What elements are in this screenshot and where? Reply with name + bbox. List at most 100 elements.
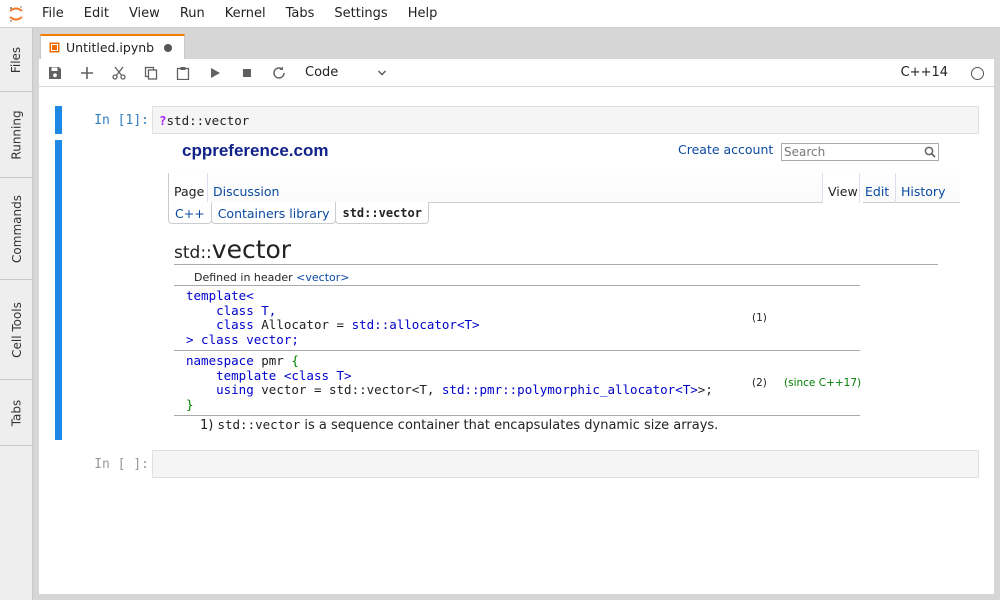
sidebar-tab-label: Files — [9, 46, 24, 73]
tab-page[interactable]: Page — [168, 173, 210, 203]
description-text: 1) std::vector is a sequence container t… — [200, 417, 718, 433]
menu-view[interactable]: View — [119, 0, 170, 28]
save-icon — [49, 66, 61, 79]
unsaved-dot-icon[interactable] — [164, 44, 172, 52]
breadcrumb-current: std::vector — [335, 202, 429, 224]
tab-history[interactable]: History — [895, 173, 950, 203]
title-name: vector — [211, 235, 292, 264]
menu-bar: File Edit View Run Kernel Tabs Settings … — [0, 0, 1000, 28]
code-text: namespace — [186, 353, 254, 368]
interrupt-kernel-button[interactable] — [231, 59, 263, 87]
code-text: Allocator = — [253, 317, 352, 332]
code-text: template< — [186, 288, 254, 303]
add-cell-button[interactable] — [71, 59, 103, 87]
code-text: template <class T> — [216, 367, 352, 383]
input-prompt-empty: In [ ]: — [94, 457, 149, 472]
run-cell-button[interactable] — [199, 59, 231, 87]
scissors-icon — [112, 66, 126, 80]
cell-input-collapser[interactable] — [55, 106, 62, 134]
tab-discussion[interactable]: Discussion — [207, 173, 284, 203]
declaration-2: namespace pmr { template <class T> using… — [174, 350, 861, 415]
empty-code-editor[interactable] — [152, 450, 979, 478]
search-icon — [924, 146, 936, 158]
sidebar-tab-label: Cell Tools — [9, 301, 24, 358]
code-text: std::vector — [166, 113, 250, 128]
code-text: class T, — [216, 302, 277, 318]
description-number: 1) — [200, 418, 218, 433]
help-output: cppreference.com Create account Search P… — [152, 135, 962, 445]
cut-button[interactable] — [103, 59, 135, 87]
sidebar-tab-cell-tools[interactable]: Cell Tools — [0, 280, 33, 380]
search-input[interactable]: Search — [781, 143, 939, 161]
description-code: std::vector — [217, 417, 301, 432]
defined-in-header: Defined in header <vector> — [174, 271, 860, 285]
code-text: std::allocator<T> — [351, 317, 480, 332]
code-text: class — [216, 317, 254, 332]
breadcrumb-cpp[interactable]: C++ — [168, 202, 212, 224]
notebook-icon — [49, 42, 60, 53]
page-title: std::vector — [174, 235, 938, 265]
cell-type-select[interactable]: Code — [305, 65, 387, 80]
code-text: pmr — [253, 353, 292, 368]
code-editor[interactable]: ?std::vector — [152, 106, 979, 134]
header-link[interactable]: <vector> — [296, 271, 349, 284]
copy-button[interactable] — [135, 59, 167, 87]
menu-tabs[interactable]: Tabs — [276, 0, 325, 28]
menu-file[interactable]: File — [32, 0, 74, 28]
chevron-down-icon — [378, 70, 386, 75]
declaration-table: Defined in header <vector> template< cla… — [174, 271, 861, 416]
code-text: using — [216, 382, 254, 397]
code-text: > class vector; — [186, 331, 299, 347]
wiki-tabs: Page Discussion View Edit History — [168, 165, 960, 203]
cell-type-value: Code — [305, 65, 339, 80]
paste-button[interactable] — [167, 59, 199, 87]
document-tab-bar: Untitled.ipynb — [33, 28, 994, 59]
declaration-1: template< class T, class Allocator = std… — [174, 285, 860, 350]
search-placeholder: Search — [784, 145, 826, 159]
notebook-toolbar: Code C++14 — [39, 59, 994, 87]
jupyterlab-window: File Edit View Run Kernel Tabs Settings … — [0, 0, 1000, 600]
main-area: Untitled.ipynb Code C++14 In [1]: ?std::… — [33, 28, 1000, 600]
restart-kernel-button[interactable] — [263, 59, 295, 87]
notebook-tab-title: Untitled.ipynb — [66, 40, 155, 55]
sidebar-tab-label: Running — [9, 109, 24, 160]
description-body: is a sequence container that encapsulate… — [300, 418, 719, 433]
menu-run[interactable]: Run — [170, 0, 215, 28]
menu-kernel[interactable]: Kernel — [215, 0, 276, 28]
tab-view[interactable]: View — [822, 173, 863, 203]
code-text: std::pmr::polymorphic_allocator<T> — [441, 382, 698, 397]
kernel-name[interactable]: C++14 — [901, 59, 948, 87]
breadcrumb-containers[interactable]: Containers library — [210, 202, 337, 224]
left-sidebar: Files Running Commands Cell Tools Tabs — [0, 28, 33, 600]
stop-icon — [243, 68, 251, 77]
kernel-status-icon — [971, 67, 984, 80]
sidebar-tab-running[interactable]: Running — [0, 92, 33, 178]
code-text: >; — [697, 382, 713, 397]
plus-icon — [81, 66, 93, 79]
sidebar-tab-label: Tabs — [9, 399, 24, 426]
tab-edit[interactable]: Edit — [859, 173, 894, 203]
notebook-tab[interactable]: Untitled.ipynb — [40, 34, 185, 59]
sidebar-tab-commands[interactable]: Commands — [0, 178, 33, 280]
declaration-bottom-rule — [174, 415, 860, 416]
input-prompt: In [1]: — [94, 113, 149, 128]
clipboard-icon — [176, 66, 190, 80]
sidebar-tab-tabs[interactable]: Tabs — [0, 380, 33, 446]
save-button[interactable] — [39, 59, 71, 87]
menu-edit[interactable]: Edit — [74, 0, 119, 28]
declaration-number: (1) — [752, 311, 767, 324]
create-account-link[interactable]: Create account — [678, 142, 773, 157]
declaration-number: (2) — [752, 376, 767, 389]
code-text: vector = std::vector<T, — [253, 382, 442, 397]
sidebar-tab-files[interactable]: Files — [0, 28, 33, 92]
cell-output-collapser[interactable] — [55, 140, 62, 440]
title-namespace: std:: — [174, 243, 212, 263]
copy-icon — [144, 66, 158, 80]
breadcrumb: C++ Containers library std::vector — [168, 202, 429, 224]
menu-help[interactable]: Help — [398, 0, 448, 28]
code-text: } — [186, 396, 194, 412]
help-operator: ? — [159, 113, 167, 128]
site-name[interactable]: cppreference.com — [182, 141, 328, 161]
jupyter-logo-icon — [0, 0, 32, 28]
menu-settings[interactable]: Settings — [324, 0, 397, 28]
